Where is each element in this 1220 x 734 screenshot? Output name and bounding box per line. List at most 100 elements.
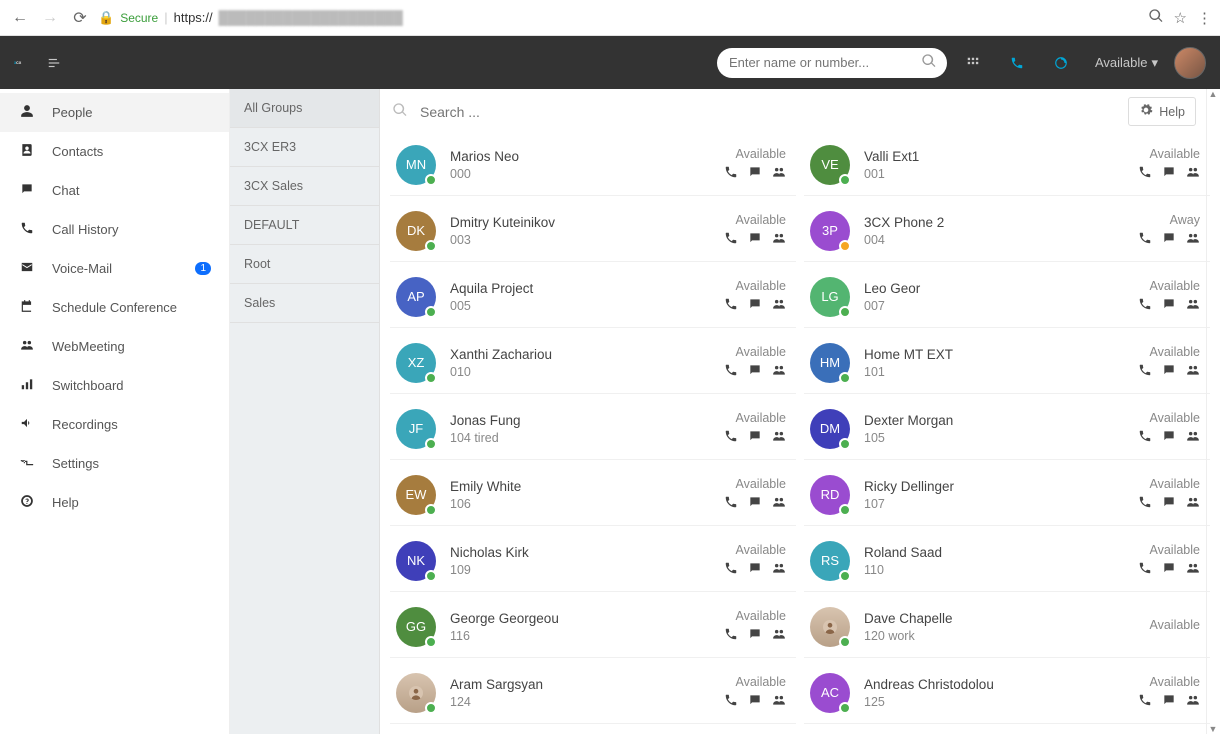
call-icon[interactable]: [1138, 297, 1152, 314]
conference-icon[interactable]: [772, 561, 786, 578]
call-icon[interactable]: [724, 627, 738, 644]
topbar-status-dropdown[interactable]: Available ▾: [1087, 55, 1166, 71]
search-icon[interactable]: [921, 53, 937, 72]
sidebar-item-webmeeting[interactable]: WebMeeting: [0, 327, 229, 366]
person-card[interactable]: MNMarios Neo000Available: [390, 134, 796, 196]
chat-icon[interactable]: [748, 693, 762, 710]
conference-icon[interactable]: [1186, 429, 1200, 446]
group-item[interactable]: Sales: [230, 284, 379, 323]
call-icon[interactable]: [724, 495, 738, 512]
conference-icon[interactable]: [772, 231, 786, 248]
browser-star-icon[interactable]: ☆: [1174, 9, 1187, 27]
chat-icon[interactable]: [748, 429, 762, 446]
chat-icon[interactable]: [1162, 693, 1176, 710]
scroll-down-icon[interactable]: ▼: [1208, 724, 1218, 734]
call-icon[interactable]: [724, 231, 738, 248]
sidebar-item-schedule-conference[interactable]: Schedule Conference: [0, 288, 229, 327]
person-card[interactable]: RSRoland Saad110Available: [804, 530, 1210, 592]
call-icon[interactable]: [724, 363, 738, 380]
chat-icon[interactable]: [748, 495, 762, 512]
group-item[interactable]: Root: [230, 245, 379, 284]
sidebar-item-recordings[interactable]: Recordings: [0, 405, 229, 444]
chat-icon[interactable]: [1162, 561, 1176, 578]
person-card[interactable]: 3P3CX Phone 2004Away: [804, 200, 1210, 262]
sidebar-item-people[interactable]: People: [0, 93, 229, 132]
chat-icon[interactable]: [748, 561, 762, 578]
sidebar-item-switchboard[interactable]: Switchboard: [0, 366, 229, 405]
browser-back-button[interactable]: ←: [8, 6, 32, 30]
person-card[interactable]: VEValli Ext1001Available: [804, 134, 1210, 196]
conference-icon[interactable]: [1186, 231, 1200, 248]
call-icon[interactable]: [724, 165, 738, 182]
group-item[interactable]: 3CX Sales: [230, 167, 379, 206]
chat-icon[interactable]: [1162, 363, 1176, 380]
sidebar-item-voice-mail[interactable]: Voice-Mail1: [0, 249, 229, 288]
topbar-menu-toggle-button[interactable]: [36, 47, 72, 79]
person-card[interactable]: DMDexter Morgan105Available: [804, 398, 1210, 460]
conference-icon[interactable]: [1186, 297, 1200, 314]
sidebar-item-contacts[interactable]: Contacts: [0, 132, 229, 171]
group-item[interactable]: DEFAULT: [230, 206, 379, 245]
call-icon[interactable]: [724, 429, 738, 446]
topbar-dialpad-button[interactable]: [955, 47, 991, 79]
sidebar-item-chat[interactable]: Chat: [0, 171, 229, 210]
chat-icon[interactable]: [748, 165, 762, 182]
group-item[interactable]: 3CX ER3: [230, 128, 379, 167]
help-button[interactable]: Help: [1128, 97, 1196, 126]
call-icon[interactable]: [1138, 231, 1152, 248]
chat-icon[interactable]: [1162, 429, 1176, 446]
person-card[interactable]: XZXanthi Zachariou010Available: [390, 332, 796, 394]
person-card[interactable]: EWEmily White106Available: [390, 464, 796, 526]
person-card[interactable]: JFJonas Fung104 tiredAvailable: [390, 398, 796, 460]
conference-icon[interactable]: [1186, 561, 1200, 578]
chat-icon[interactable]: [748, 627, 762, 644]
chat-icon[interactable]: [748, 297, 762, 314]
person-card[interactable]: ACAndreas Christodolou125Available: [804, 662, 1210, 724]
call-icon[interactable]: [1138, 693, 1152, 710]
topbar-user-avatar[interactable]: [1174, 47, 1206, 79]
person-card[interactable]: APAquila Project005Available: [390, 266, 796, 328]
scroll-up-icon[interactable]: ▲: [1208, 89, 1218, 99]
topbar-queue-button[interactable]: [1043, 47, 1079, 79]
call-icon[interactable]: [1138, 429, 1152, 446]
conference-icon[interactable]: [772, 363, 786, 380]
call-icon[interactable]: [1138, 495, 1152, 512]
conference-icon[interactable]: [772, 693, 786, 710]
conference-icon[interactable]: [1186, 495, 1200, 512]
topbar-search-input[interactable]: [727, 54, 921, 71]
conference-icon[interactable]: [772, 429, 786, 446]
chat-icon[interactable]: [1162, 495, 1176, 512]
browser-forward-button[interactable]: →: [38, 6, 62, 30]
person-card[interactable]: GGGeorge Georgeou116Available: [390, 596, 796, 658]
call-icon[interactable]: [724, 693, 738, 710]
people-grid-scroll[interactable]: MNMarios Neo000AvailableVEValli Ext1001A…: [380, 134, 1220, 734]
call-icon[interactable]: [1138, 165, 1152, 182]
person-card[interactable]: LGLeo Geor007Available: [804, 266, 1210, 328]
person-card[interactable]: HMHome MT EXT101Available: [804, 332, 1210, 394]
person-card[interactable]: Aram Sargsyan124Available: [390, 662, 796, 724]
conference-icon[interactable]: [772, 165, 786, 182]
conference-icon[interactable]: [772, 495, 786, 512]
conference-icon[interactable]: [1186, 165, 1200, 182]
sidebar-item-help[interactable]: Help: [0, 483, 229, 522]
chat-icon[interactable]: [748, 231, 762, 248]
conference-icon[interactable]: [772, 627, 786, 644]
topbar-search[interactable]: [717, 48, 947, 78]
call-icon[interactable]: [1138, 363, 1152, 380]
sidebar-item-call-history[interactable]: Call History: [0, 210, 229, 249]
chat-icon[interactable]: [1162, 297, 1176, 314]
chat-icon[interactable]: [1162, 165, 1176, 182]
chat-icon[interactable]: [1162, 231, 1176, 248]
content-search-input[interactable]: [418, 103, 1128, 121]
conference-icon[interactable]: [1186, 363, 1200, 380]
browser-menu-icon[interactable]: ⋮: [1197, 9, 1212, 27]
group-item[interactable]: All Groups: [230, 89, 379, 128]
person-card[interactable]: RDRicky Dellinger107Available: [804, 464, 1210, 526]
conference-icon[interactable]: [772, 297, 786, 314]
browser-address-bar[interactable]: 🔒 Secure | https:// ████████████████████: [98, 10, 1142, 26]
topbar-phone-button[interactable]: [999, 47, 1035, 79]
call-icon[interactable]: [1138, 561, 1152, 578]
browser-reload-button[interactable]: ⟳: [68, 6, 92, 30]
person-card[interactable]: DKDmitry Kuteinikov003Available: [390, 200, 796, 262]
call-icon[interactable]: [724, 297, 738, 314]
